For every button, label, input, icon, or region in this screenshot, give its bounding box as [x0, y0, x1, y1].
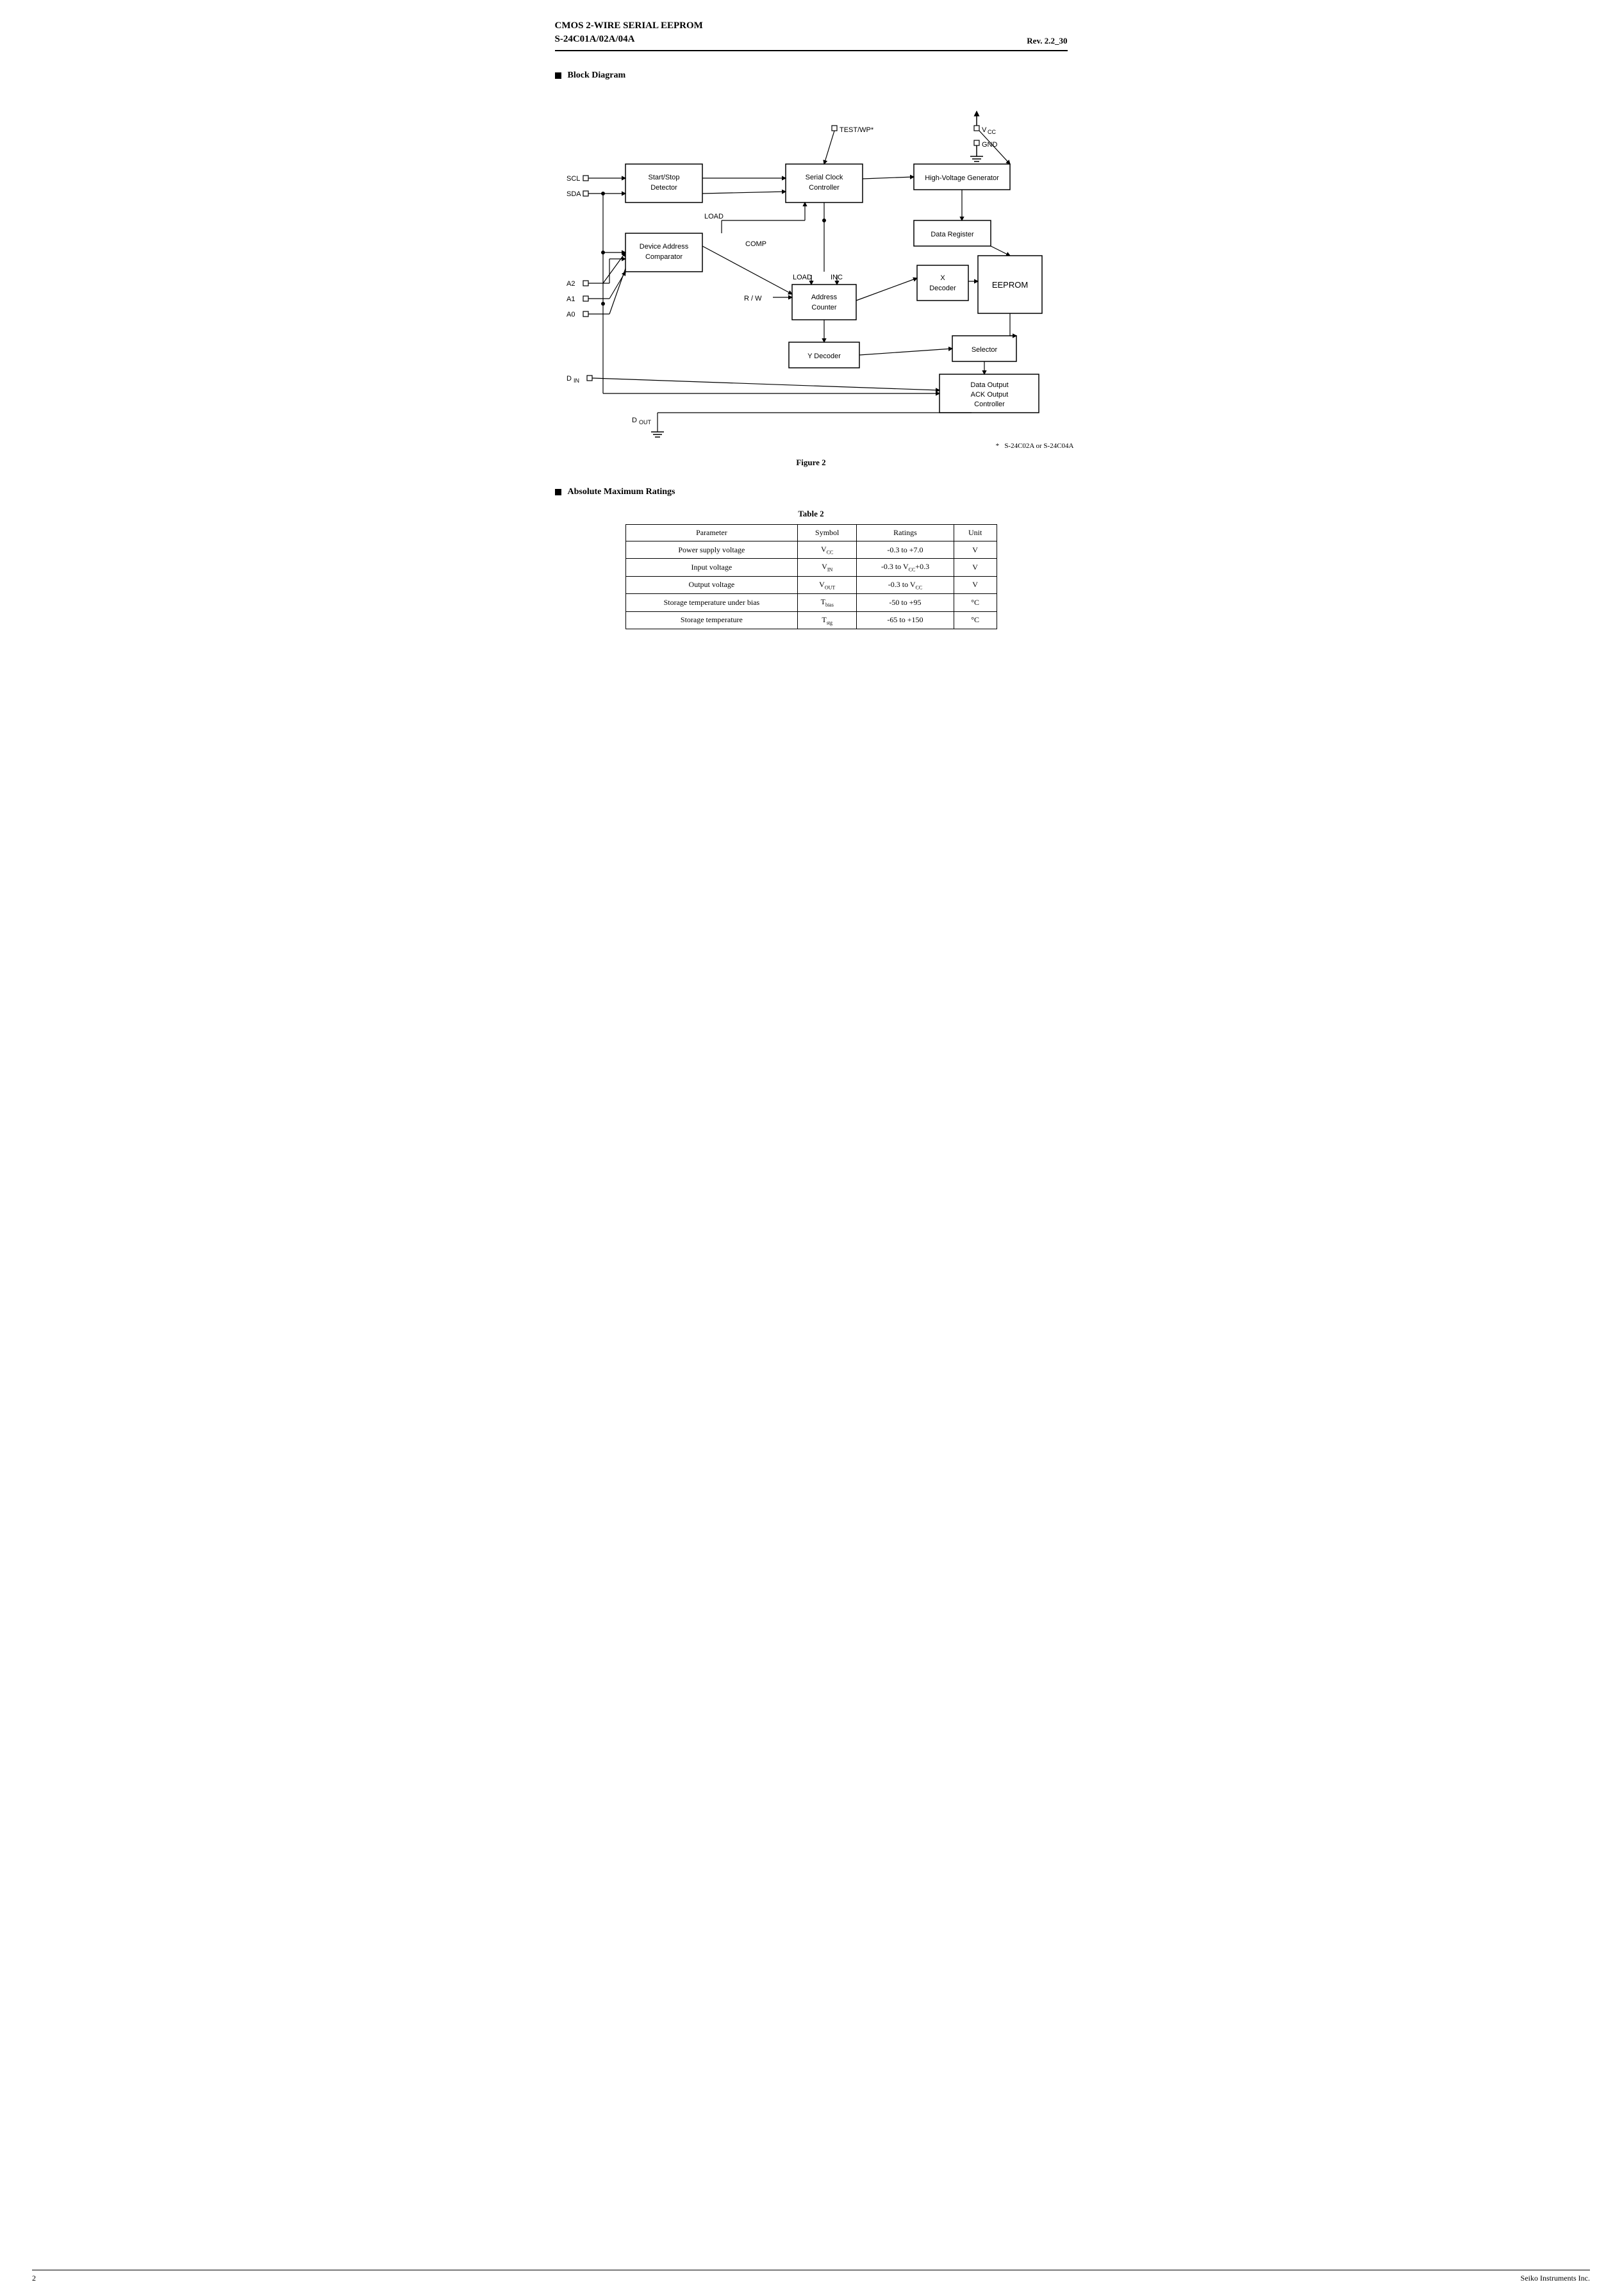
svg-text:COMP: COMP	[745, 240, 766, 248]
param-symbol: VIN	[798, 559, 857, 576]
param-ratings: -0.3 to VCC+0.3	[857, 559, 954, 576]
param-name: Storage temperature under bias	[625, 594, 798, 611]
table-row: Power supply voltage VCC -0.3 to +7.0 V	[625, 541, 997, 559]
revision: Rev. 2.2_30	[1027, 36, 1067, 46]
svg-text:Decoder: Decoder	[929, 285, 956, 292]
table-row: Storage temperature Tstg -65 to +150 °C	[625, 611, 997, 629]
param-name: Storage temperature	[625, 611, 798, 629]
svg-text:X: X	[940, 274, 945, 282]
param-unit: V	[954, 576, 997, 593]
bullet-icon	[555, 72, 561, 79]
page-footer: 2 Seiko Instruments Inc.	[32, 2270, 1590, 2283]
svg-text:IN: IN	[574, 377, 579, 384]
svg-text:Data Register: Data Register	[931, 231, 974, 238]
svg-text:CC: CC	[988, 129, 996, 135]
param-unit: V	[954, 559, 997, 576]
svg-text:SDA: SDA	[567, 190, 581, 198]
svg-text:TEST/WP*: TEST/WP*	[840, 126, 874, 134]
param-symbol: VCC	[798, 541, 857, 559]
param-symbol: VOUT	[798, 576, 857, 593]
param-unit: °C	[954, 611, 997, 629]
diagram-svg: SCL SDA A2 A1 A0 D IN D OUT TEST/WP* V C…	[555, 92, 1080, 451]
company-name: Seiko Instruments Inc.	[1521, 2274, 1590, 2283]
svg-text:Selector: Selector	[971, 346, 997, 354]
figure-caption: Figure 2	[555, 458, 1068, 468]
svg-text:INC: INC	[831, 274, 843, 281]
svg-text:Counter: Counter	[811, 304, 836, 311]
param-ratings: -0.3 to +7.0	[857, 541, 954, 559]
svg-text:LOAD: LOAD	[793, 274, 812, 281]
svg-text:D: D	[567, 375, 572, 383]
param-name: Output voltage	[625, 576, 798, 593]
param-symbol: Tstg	[798, 611, 857, 629]
ratings-table: Parameter Symbol Ratings Unit Power supp…	[625, 524, 997, 629]
param-symbol: Tbias	[798, 594, 857, 611]
bullet-icon-2	[555, 489, 561, 495]
svg-text:High-Voltage Generator: High-Voltage Generator	[925, 174, 999, 182]
table-row: Output voltage VOUT -0.3 to VCC V	[625, 576, 997, 593]
param-unit: °C	[954, 594, 997, 611]
document-title: CMOS 2-WIRE SERIAL EEPROM S-24C01A/02A/0…	[555, 19, 703, 46]
svg-text:V: V	[982, 126, 987, 134]
svg-text:A1: A1	[567, 295, 575, 303]
svg-text:Y Decoder: Y Decoder	[807, 352, 841, 360]
page-header: CMOS 2-WIRE SERIAL EEPROM S-24C01A/02A/0…	[555, 19, 1068, 51]
block-diagram: SCL SDA A2 A1 A0 D IN D OUT TEST/WP* V C…	[555, 92, 1080, 451]
param-ratings: -50 to +95	[857, 594, 954, 611]
svg-text:D: D	[632, 417, 637, 424]
svg-text:Controller: Controller	[809, 184, 840, 192]
abs-max-heading: Absolute Maximum Ratings	[555, 487, 1068, 497]
param-name: Power supply voltage	[625, 541, 798, 559]
page-number: 2	[32, 2274, 36, 2283]
svg-text:EEPROM: EEPROM	[991, 280, 1027, 290]
table-row: Storage temperature under bias Tbias -50…	[625, 594, 997, 611]
svg-text:Device Address: Device Address	[639, 243, 688, 251]
col-ratings: Ratings	[857, 525, 954, 541]
param-ratings: -0.3 to VCC	[857, 576, 954, 593]
svg-text:A0: A0	[567, 311, 575, 318]
svg-text:ACK Output: ACK Output	[970, 391, 1008, 399]
block-diagram-heading: Block Diagram	[555, 70, 1068, 81]
param-unit: V	[954, 541, 997, 559]
col-parameter: Parameter	[625, 525, 798, 541]
svg-text:Start/Stop: Start/Stop	[648, 174, 679, 181]
svg-text:OUT: OUT	[639, 419, 652, 425]
svg-text:Data Output: Data Output	[970, 381, 1008, 389]
col-unit: Unit	[954, 525, 997, 541]
svg-text:GND: GND	[982, 141, 998, 149]
svg-text:Controller: Controller	[974, 401, 1005, 408]
table-row: Input voltage VIN -0.3 to VCC+0.3 V	[625, 559, 997, 576]
param-ratings: -65 to +150	[857, 611, 954, 629]
svg-text:Comparator: Comparator	[645, 253, 682, 261]
svg-text:SCL: SCL	[567, 175, 580, 183]
svg-text:Address: Address	[811, 293, 837, 301]
diagram-footnote: * S-24C02A or S-24C04A	[996, 442, 1074, 450]
col-symbol: Symbol	[798, 525, 857, 541]
svg-text:A2: A2	[567, 280, 575, 288]
svg-text:R / W: R / W	[744, 295, 762, 302]
svg-text:Detector: Detector	[650, 184, 677, 192]
svg-text:Serial Clock: Serial Clock	[805, 174, 843, 181]
param-name: Input voltage	[625, 559, 798, 576]
table-caption: Table 2	[555, 509, 1068, 519]
svg-text:LOAD: LOAD	[704, 213, 724, 220]
